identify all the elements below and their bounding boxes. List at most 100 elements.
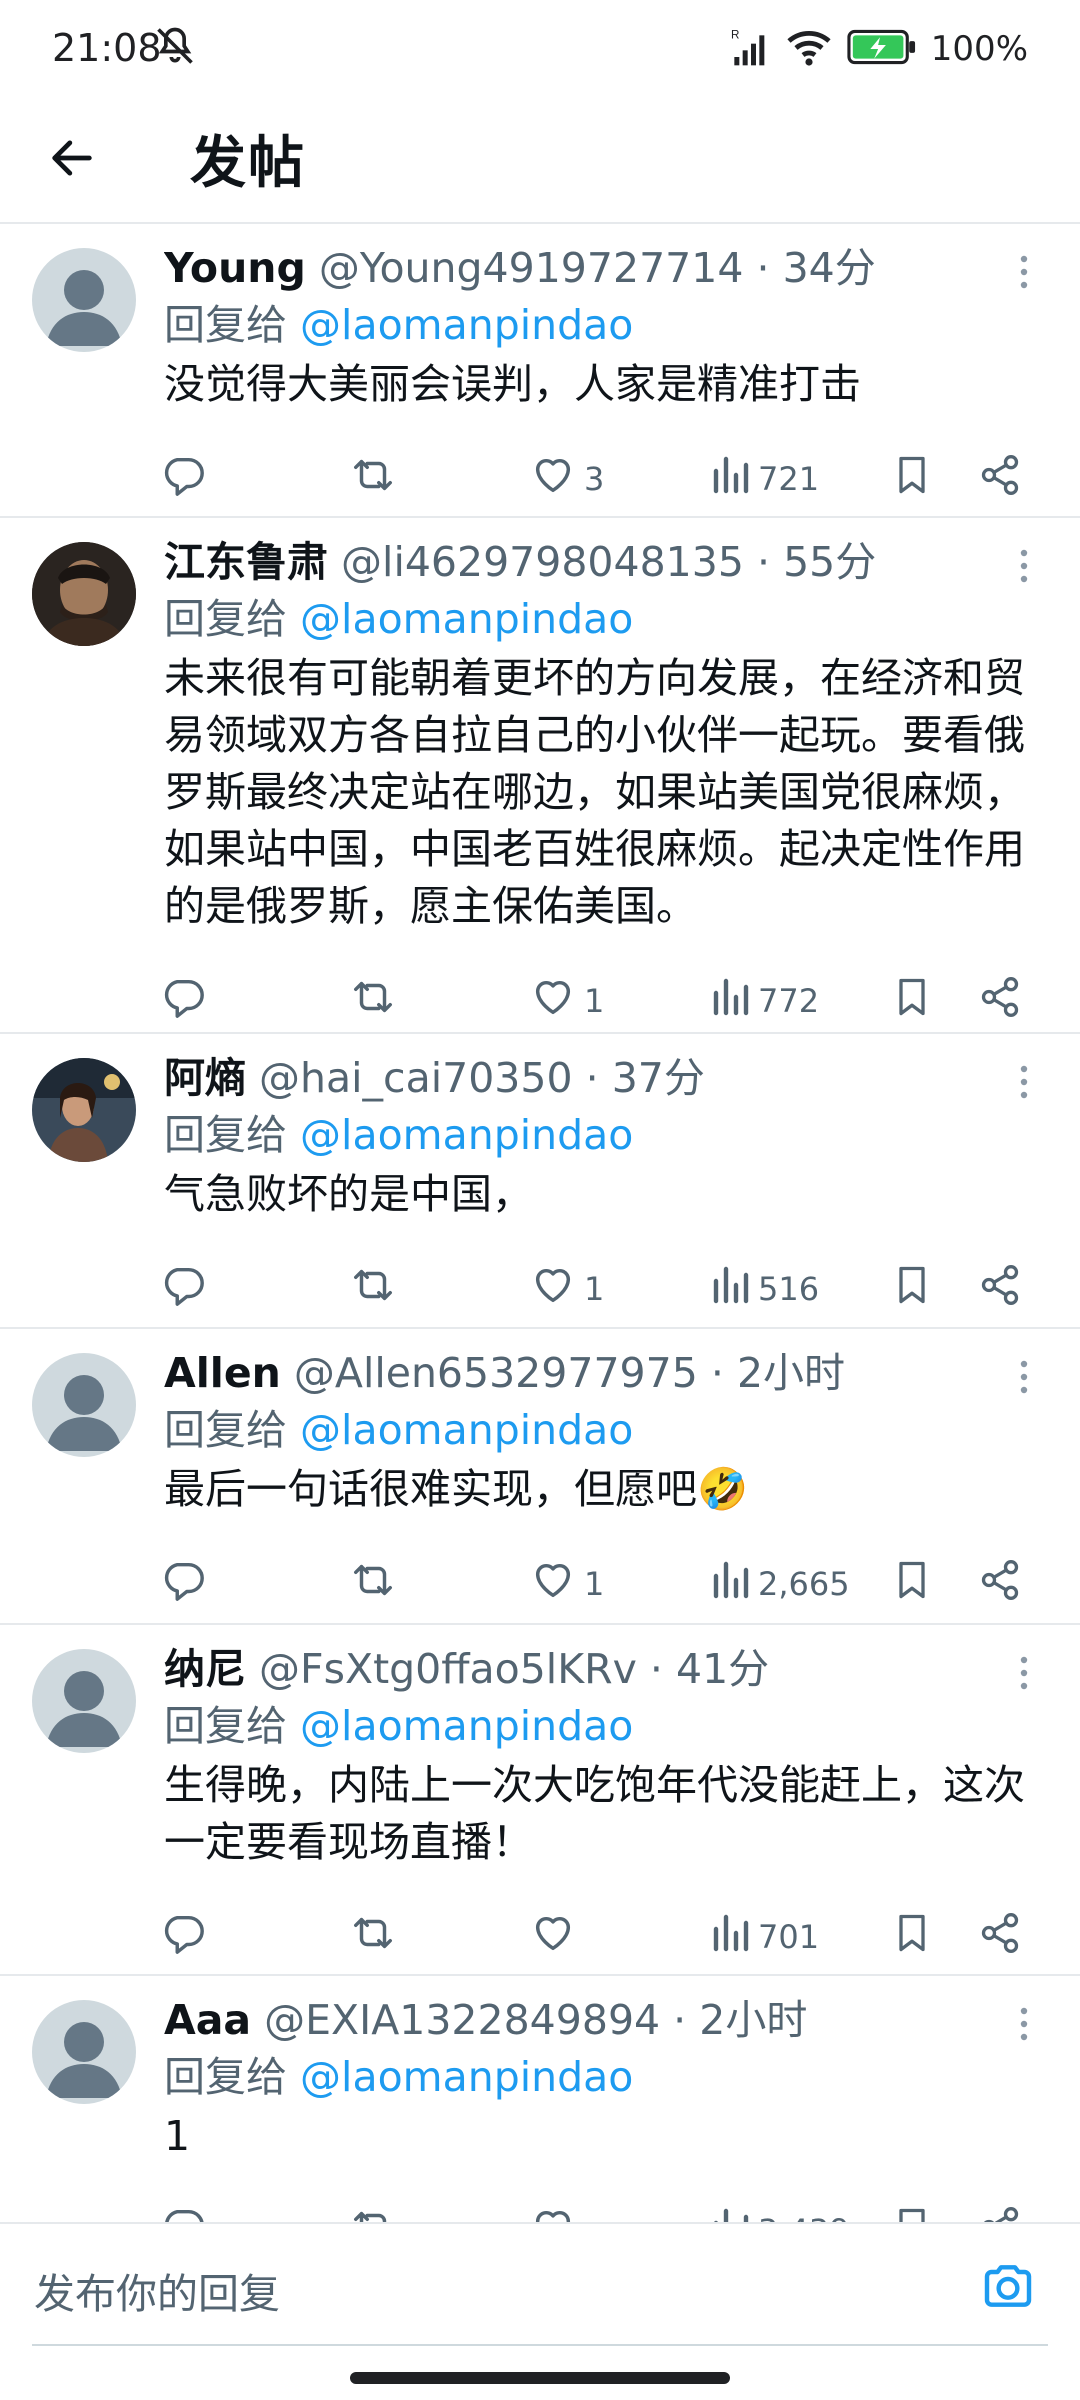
view-count: 721	[758, 460, 820, 498]
more-options-button[interactable]	[1004, 1651, 1044, 1699]
bookmark-icon	[890, 1557, 934, 1611]
retweet-button[interactable]	[348, 449, 398, 509]
tweet-time: 41分	[675, 1645, 770, 1693]
bookmark-button[interactable]	[890, 1259, 934, 1319]
author-name[interactable]: 纳尼	[164, 1645, 246, 1693]
share-button[interactable]	[978, 1259, 1022, 1319]
wifi-icon	[785, 27, 833, 71]
tweet-header: Aaa @EXIA1322849894 · 2小时	[164, 1992, 1044, 2048]
reply-tweet[interactable]: 阿熵 @hai_cai70350 · 37分 回复给 @laomanpindao…	[0, 1034, 1080, 1329]
bookmark-button[interactable]	[890, 2201, 934, 2222]
retweet-button[interactable]	[348, 1554, 398, 1614]
reply-button[interactable]	[160, 1554, 206, 1614]
share-button[interactable]	[978, 1554, 1022, 1614]
views-button[interactable]: 701	[710, 1907, 819, 1967]
views-button[interactable]: 772	[710, 971, 819, 1031]
reply-button[interactable]	[160, 449, 206, 509]
reply-button[interactable]	[160, 2201, 206, 2222]
more-options-button[interactable]	[1004, 1355, 1044, 1403]
avatar[interactable]	[32, 1058, 136, 1162]
bookmark-button[interactable]	[890, 971, 934, 1031]
reply-mention-link[interactable]: @laomanpindao	[300, 1111, 633, 1159]
more-options-button[interactable]	[1004, 1060, 1044, 1108]
avatar[interactable]	[32, 1649, 136, 1753]
reply-input[interactable]: 发布你的回复	[34, 2260, 280, 2320]
camera-button[interactable]	[972, 2252, 1044, 2324]
bookmark-button[interactable]	[890, 449, 934, 509]
share-button[interactable]	[978, 971, 1022, 1031]
like-icon	[530, 452, 576, 506]
reply-mention-link[interactable]: @laomanpindao	[300, 595, 633, 643]
retweet-button[interactable]	[348, 2201, 398, 2222]
author-handle[interactable]: @EXIA1322849894	[264, 1996, 660, 2044]
like-button[interactable]: 3	[530, 449, 604, 509]
author-name[interactable]: Allen	[164, 1349, 281, 1397]
more-options-button[interactable]	[1004, 2002, 1044, 2050]
reply-tweet[interactable]: Aaa @EXIA1322849894 · 2小时 回复给 @laomanpin…	[0, 1976, 1080, 2222]
reply-button[interactable]	[160, 1259, 206, 1319]
avatar[interactable]	[32, 1353, 136, 1457]
author-name[interactable]: Young	[164, 244, 306, 292]
like-button[interactable]: 1	[530, 1554, 604, 1614]
avatar[interactable]	[32, 248, 136, 352]
views-button[interactable]: 3,439	[710, 2201, 850, 2222]
reply-mention-link[interactable]: @laomanpindao	[300, 2053, 633, 2101]
reply-feed[interactable]: Young @Young4919727714 · 34分 回复给 @laoman…	[0, 224, 1080, 2222]
share-button[interactable]	[978, 449, 1022, 509]
reply-context: 回复给 @laomanpindao	[164, 1106, 1044, 1164]
author-handle[interactable]: @hai_cai70350	[259, 1054, 573, 1102]
views-icon	[710, 455, 750, 503]
camera-icon	[980, 2258, 1036, 2318]
more-options-button[interactable]	[1004, 250, 1044, 298]
bookmark-button[interactable]	[890, 1907, 934, 1967]
like-button[interactable]: 1	[530, 971, 604, 1031]
retweet-button[interactable]	[348, 1907, 398, 1967]
reply-button[interactable]	[160, 1907, 206, 1967]
reply-context: 回复给 @laomanpindao	[164, 296, 1044, 354]
dot-separator: ·	[673, 1996, 687, 2044]
views-button[interactable]: 2,665	[710, 1554, 850, 1614]
reply-mention-link[interactable]: @laomanpindao	[300, 1702, 633, 1750]
reply-mention-link[interactable]: @laomanpindao	[300, 1406, 633, 1454]
tweet-header: 江东鲁肃 @li4629798048135 · 55分	[164, 534, 1044, 590]
views-icon	[710, 977, 750, 1025]
bookmark-button[interactable]	[890, 1554, 934, 1614]
like-button[interactable]	[530, 2201, 584, 2222]
reply-button[interactable]	[160, 971, 206, 1031]
like-icon	[530, 2204, 576, 2222]
share-button[interactable]	[978, 1907, 1022, 1967]
author-handle[interactable]: @li4629798048135	[341, 538, 744, 586]
share-icon	[978, 1262, 1022, 1316]
back-arrow-icon	[46, 132, 98, 188]
author-handle[interactable]: @Young4919727714	[319, 244, 744, 292]
back-button[interactable]	[36, 124, 108, 196]
views-button[interactable]: 516	[710, 1259, 819, 1319]
reply-tweet[interactable]: Allen @Allen6532977975 · 2小时 回复给 @laoman…	[0, 1329, 1080, 1625]
reply-mention-link[interactable]: @laomanpindao	[300, 301, 633, 349]
reply-tweet[interactable]: 江东鲁肃 @li4629798048135 · 55分 回复给 @laomanp…	[0, 518, 1080, 1034]
author-handle[interactable]: @FsXtg0ffao5lKRv	[259, 1645, 637, 1693]
tweet-text: 1	[164, 2112, 191, 2160]
author-name[interactable]: Aaa	[164, 1996, 251, 2044]
views-button[interactable]: 721	[710, 449, 819, 509]
reply-tweet[interactable]: 纳尼 @FsXtg0ffao5lKRv · 41分 回复给 @laomanpin…	[0, 1625, 1080, 1976]
more-options-button[interactable]	[1004, 544, 1044, 592]
like-button[interactable]	[530, 1907, 584, 1967]
tweet-time: 55分	[783, 538, 877, 586]
view-count: 2,665	[758, 1565, 850, 1603]
reply-icon	[160, 974, 206, 1028]
retweet-button[interactable]	[348, 971, 398, 1031]
retweet-button[interactable]	[348, 1259, 398, 1319]
like-icon	[530, 1910, 576, 1964]
retweet-icon	[348, 974, 398, 1028]
home-indicator[interactable]	[350, 2372, 730, 2384]
avatar[interactable]	[32, 542, 136, 646]
like-button[interactable]: 1	[530, 1259, 604, 1319]
share-button[interactable]	[978, 2201, 1022, 2222]
author-handle[interactable]: @Allen6532977975	[294, 1349, 698, 1397]
author-name[interactable]: 阿熵	[164, 1054, 246, 1102]
avatar[interactable]	[32, 2000, 136, 2104]
dot-separator: ·	[585, 1054, 599, 1102]
author-name[interactable]: 江东鲁肃	[164, 538, 328, 586]
reply-tweet[interactable]: Young @Young4919727714 · 34分 回复给 @laoman…	[0, 224, 1080, 518]
